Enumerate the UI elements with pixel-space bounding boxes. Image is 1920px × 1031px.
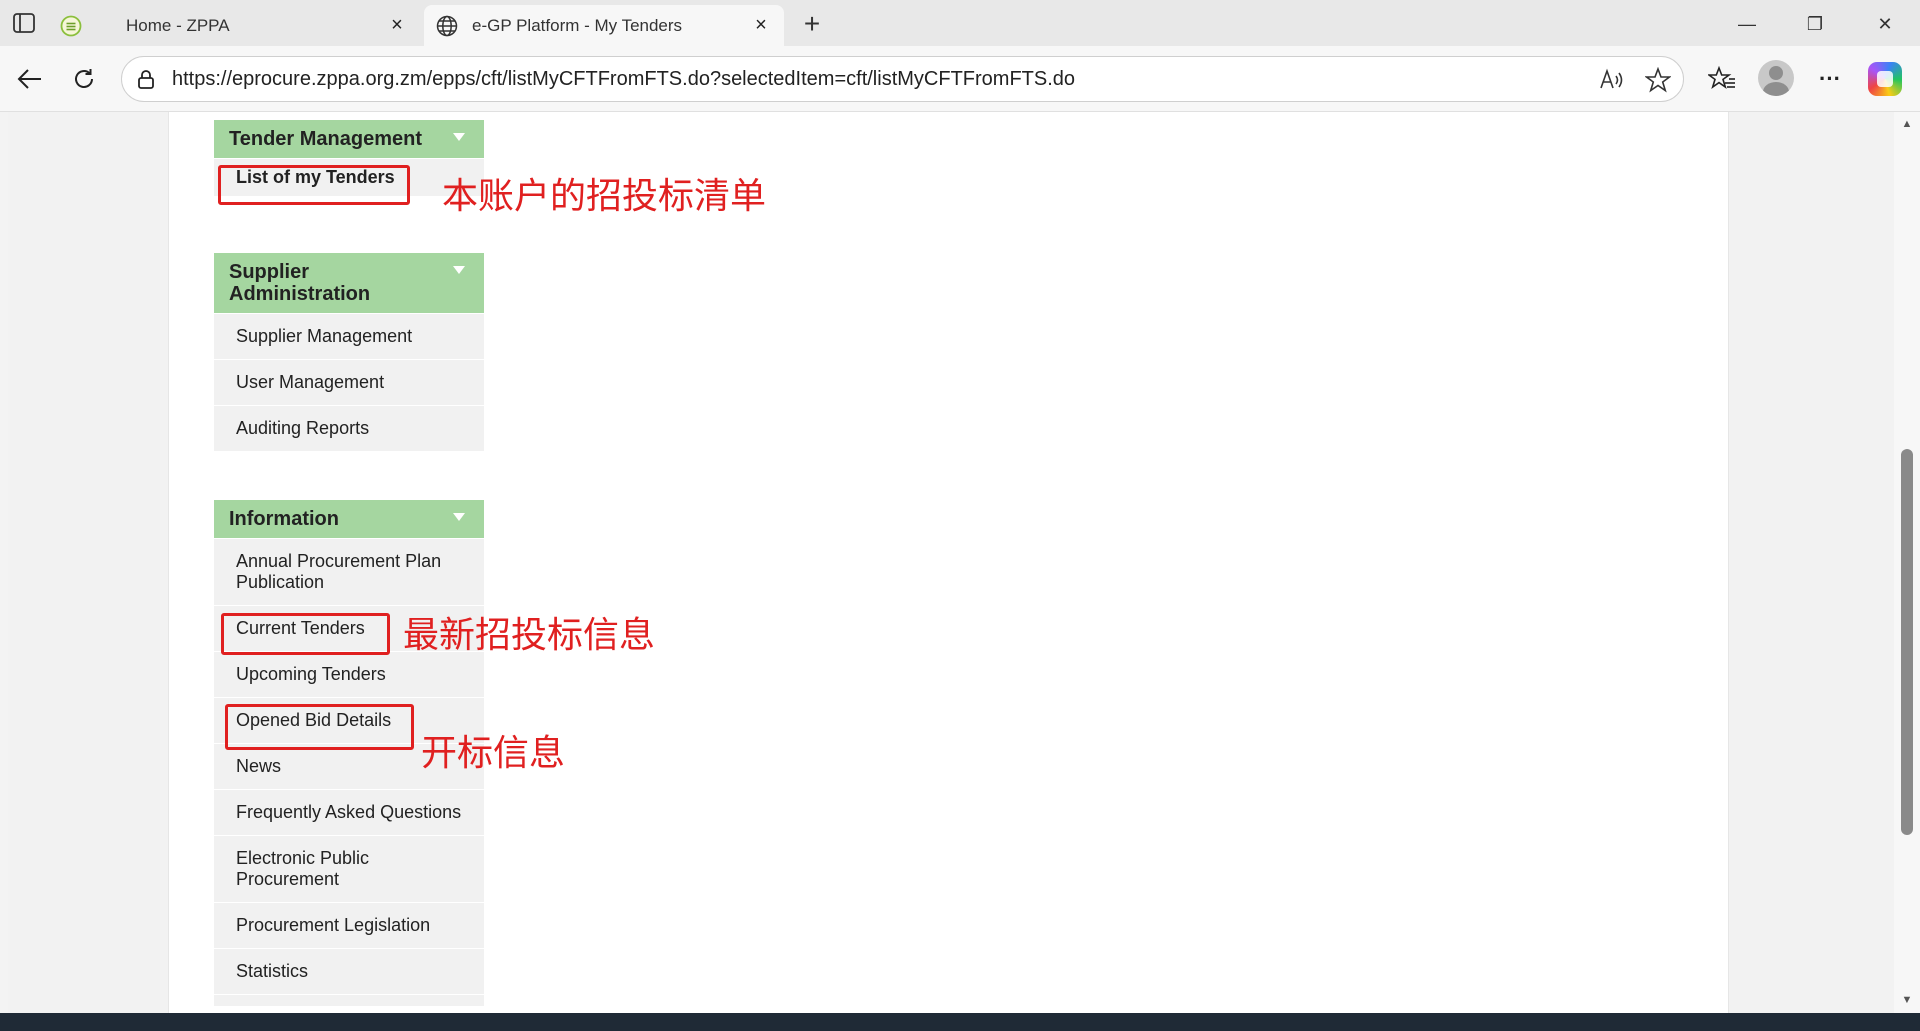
annotation-current-tenders: 最新招投标信息 bbox=[403, 615, 656, 656]
annotation-opened-bids: 开标信息 bbox=[421, 733, 566, 774]
url-text[interactable]: https://eprocure.zppa.org.zm/epps/cft/li… bbox=[172, 68, 1075, 91]
menu-header-information[interactable]: Information bbox=[214, 500, 484, 538]
menu-item-label: Electronic Public bbox=[236, 848, 370, 868]
menu-item-label: Annual Procurement Plan bbox=[236, 551, 442, 571]
copilot-icon[interactable] bbox=[1868, 62, 1902, 96]
menu-item-label: Publication bbox=[236, 572, 325, 592]
new-tab-button[interactable]: + bbox=[796, 8, 828, 40]
chevron-down-icon bbox=[453, 513, 465, 521]
profile-avatar[interactable] bbox=[1758, 60, 1794, 96]
menu-header-label: Supplier bbox=[229, 261, 310, 283]
tab-title: Home - ZPPA bbox=[126, 15, 230, 35]
menu-item-label: Procurement bbox=[236, 869, 340, 889]
vertical-scrollbar[interactable]: ▲ ▼ bbox=[1894, 112, 1920, 1013]
window-close-button[interactable]: ✕ bbox=[1862, 6, 1908, 42]
tab-close-icon[interactable]: × bbox=[750, 14, 772, 37]
tab-actions-icon[interactable] bbox=[8, 8, 40, 38]
menu-item-partial bbox=[214, 994, 484, 1006]
minimize-button[interactable]: — bbox=[1724, 6, 1770, 42]
zppa-favicon-icon bbox=[60, 15, 82, 37]
menu-item-electronic-public-procurement[interactable]: Electronic Public Procurement bbox=[214, 835, 484, 902]
read-aloud-icon[interactable] bbox=[1598, 66, 1626, 94]
favorites-icon[interactable] bbox=[1702, 59, 1742, 99]
menu-item-annual-procurement-plan[interactable]: Annual Procurement Plan Publication bbox=[214, 538, 484, 605]
tab-close-icon[interactable]: × bbox=[386, 14, 408, 37]
scrollbar-thumb[interactable] bbox=[1901, 449, 1913, 835]
refresh-icon[interactable] bbox=[64, 59, 104, 99]
tab-strip: Home - ZPPA × e-GP Platform - My Tenders… bbox=[0, 0, 1920, 46]
menu-header-label: Information bbox=[229, 508, 339, 530]
page-content: Tender Management List of my Tenders Sup… bbox=[168, 112, 1729, 1013]
tab-home-zppa[interactable]: Home - ZPPA × bbox=[48, 5, 420, 46]
annotation-my-tenders: 本账户的招投标清单 bbox=[442, 176, 767, 217]
menu-header-label: Tender Management bbox=[229, 128, 422, 150]
menu-header-label: Administration bbox=[229, 283, 371, 305]
browser-toolbar: https://eprocure.zppa.org.zm/epps/cft/li… bbox=[0, 46, 1920, 112]
menu-supplier-administration: Supplier Administration Supplier Managem… bbox=[214, 253, 484, 451]
address-bar[interactable]: https://eprocure.zppa.org.zm/epps/cft/li… bbox=[121, 56, 1684, 102]
chevron-down-icon bbox=[453, 133, 465, 141]
menu-item-faq[interactable]: Frequently Asked Questions bbox=[214, 789, 484, 835]
menu-header-tender-management[interactable]: Tender Management bbox=[214, 120, 484, 158]
tab-egp-my-tenders[interactable]: e-GP Platform - My Tenders × bbox=[424, 5, 784, 46]
menu-item-user-management[interactable]: User Management bbox=[214, 359, 484, 405]
more-menu-icon[interactable]: ··· bbox=[1810, 59, 1850, 99]
taskbar bbox=[0, 1013, 1920, 1031]
back-arrow-icon[interactable] bbox=[10, 59, 50, 99]
favorite-star-icon[interactable] bbox=[1644, 66, 1672, 94]
menu-item-supplier-management[interactable]: Supplier Management bbox=[214, 313, 484, 359]
menu-item-procurement-legislation[interactable]: Procurement Legislation bbox=[214, 902, 484, 948]
lock-icon[interactable] bbox=[136, 69, 156, 89]
scroll-down-arrow-icon[interactable]: ▼ bbox=[1901, 994, 1913, 1006]
menu-header-supplier-administration[interactable]: Supplier Administration bbox=[214, 253, 484, 313]
menu-item-auditing-reports[interactable]: Auditing Reports bbox=[214, 405, 484, 451]
tab-title: e-GP Platform - My Tenders bbox=[472, 15, 683, 35]
scroll-up-arrow-icon[interactable]: ▲ bbox=[1901, 118, 1913, 130]
menu-item-statistics[interactable]: Statistics bbox=[214, 948, 484, 994]
chevron-down-icon bbox=[453, 266, 465, 274]
restore-button[interactable]: ❐ bbox=[1792, 6, 1838, 42]
page-viewport: Tender Management List of my Tenders Sup… bbox=[8, 112, 1894, 1013]
globe-icon bbox=[436, 15, 458, 37]
